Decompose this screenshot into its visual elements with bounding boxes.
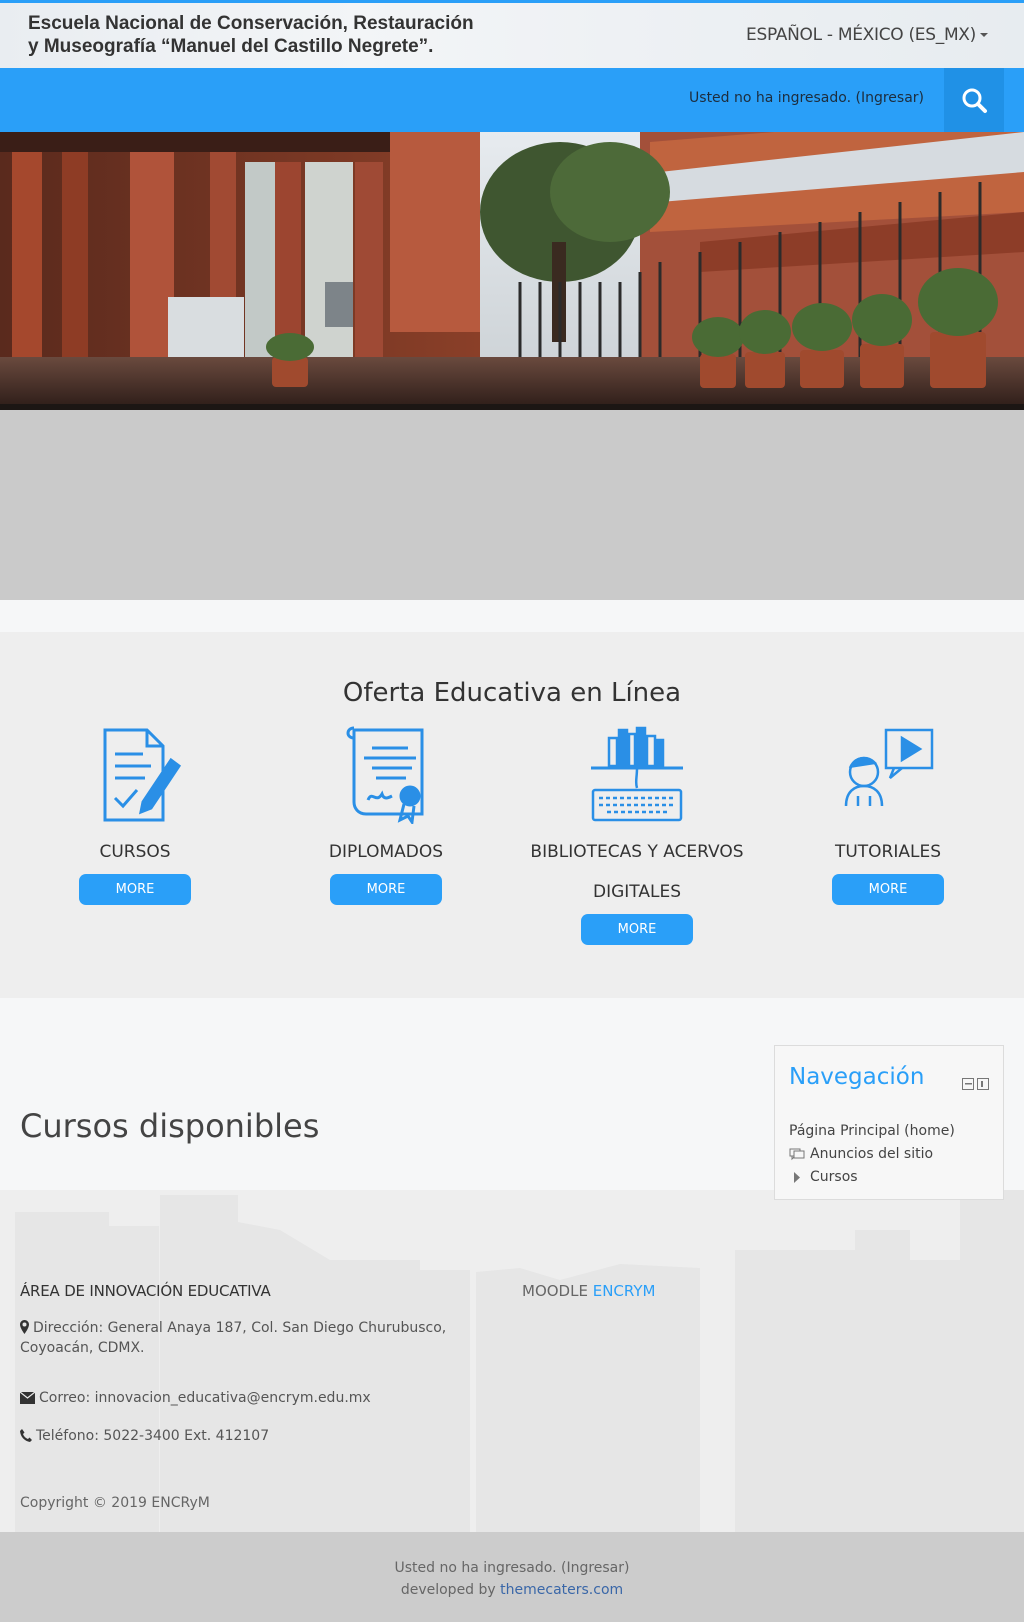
more-button[interactable]: MORE: [581, 914, 693, 945]
oferta-section: Oferta Educativa en Línea CURSOS MORE DI…: [0, 632, 1024, 998]
document-pencil-icon: [103, 728, 182, 822]
navigation-title: Navegación: [789, 1064, 925, 1090]
nav-item-label: Cursos: [810, 1169, 858, 1185]
phone-text: Teléfono: 5022-3400 Ext. 412107: [36, 1428, 270, 1444]
navigation-block: Navegación Página Principal (home) Anunc…: [774, 1045, 1004, 1200]
card-label: BIBLIOTECAS Y ACERVOS DIGITALES: [530, 842, 744, 902]
page-title: Cursos disponibles: [20, 1107, 320, 1145]
language-selector[interactable]: ESPAÑOL - MÉXICO (ES_MX): [746, 25, 988, 45]
footer-moodle: MOODLE ENCRYM: [522, 1282, 655, 1300]
bottom-bar: Usted no ha ingresado. (Ingresar) develo…: [0, 1532, 1024, 1622]
site-header: Escuela Nacional de Conservación, Restau…: [0, 3, 1024, 68]
bottom-login-info[interactable]: Usted no ha ingresado. (Ingresar): [0, 1560, 1024, 1576]
chevron-down-icon: [980, 33, 988, 37]
oferta-title: Oferta Educativa en Línea: [342, 678, 682, 708]
navigation-list: Página Principal (home) Anuncios del sit…: [789, 1120, 955, 1189]
moodle-accent: ENCRYM: [592, 1282, 656, 1300]
site-brand[interactable]: Escuela Nacional de Conservación, Restau…: [28, 12, 498, 58]
address-text: Dirección: General Anaya 187, Col. San D…: [20, 1320, 447, 1356]
nav-item-home[interactable]: Página Principal (home): [789, 1120, 955, 1143]
hero-image: [0, 132, 1024, 410]
search-button[interactable]: [944, 68, 1004, 132]
email-text: Correo: innovacion_educativa@encrym.edu.…: [39, 1390, 371, 1406]
footer-contact: ÁREA DE INNOVACIÓN EDUCATIVA Dirección: …: [19, 1282, 510, 1446]
site-footer: ÁREA DE INNOVACIÓN EDUCATIVA Dirección: …: [0, 1190, 1024, 1532]
login-info[interactable]: Usted no ha ingresado. (Ingresar): [689, 90, 924, 106]
search-icon: [962, 88, 987, 113]
card-cursos: CURSOS MORE: [25, 724, 245, 905]
card-label: CURSOS: [99, 842, 171, 862]
collapse-icon[interactable]: [962, 1078, 974, 1090]
nav-item-label: Anuncios del sitio: [810, 1146, 934, 1162]
block-controls: [962, 1078, 989, 1090]
footer-heading: ÁREA DE INNOVACIÓN EDUCATIVA: [20, 1282, 271, 1300]
more-button[interactable]: MORE: [330, 874, 442, 905]
map-marker-icon: [20, 1320, 29, 1334]
card-label: TUTORIALES: [834, 842, 942, 862]
card-diplomados: DIPLOMADOS MORE: [276, 724, 496, 905]
dock-icon[interactable]: [977, 1078, 989, 1090]
navbar: Usted no ha ingresado. (Ingresar): [0, 68, 1024, 132]
diploma-certificate-icon: [346, 726, 424, 827]
card-label: DIPLOMADOS: [328, 842, 444, 862]
nav-item-anuncios[interactable]: Anuncios del sitio: [789, 1143, 955, 1166]
card-tutoriales: TUTORIALES MORE: [778, 724, 998, 905]
moodle-prefix: MOODLE: [522, 1282, 588, 1300]
more-button[interactable]: MORE: [832, 874, 944, 905]
footer-address: Dirección: General Anaya 187, Col. San D…: [20, 1318, 510, 1358]
envelope-icon: [19, 1391, 36, 1404]
forum-icon: [789, 1148, 805, 1161]
brand-line-2: y Museografía “Manuel del Castillo Negre…: [28, 36, 434, 57]
brand-line-1: Escuela Nacional de Conservación, Restau…: [28, 13, 474, 34]
nav-item-cursos[interactable]: Cursos: [789, 1166, 955, 1189]
footer-phone: Teléfono: 5022-3400 Ext. 412107: [20, 1426, 510, 1446]
phone-icon: [20, 1429, 32, 1442]
language-label: ESPAÑOL - MÉXICO (ES_MX): [746, 25, 976, 45]
developer-link[interactable]: themecaters.com: [500, 1582, 623, 1598]
library-keyboard-icon: [591, 726, 683, 822]
developed-prefix: developed by: [400, 1582, 496, 1598]
card-bibliotecas: BIBLIOTECAS Y ACERVOS DIGITALES MORE: [527, 724, 747, 945]
chevron-right-icon: [794, 1172, 800, 1183]
copyright: Copyright © 2019 ENCRyM: [20, 1495, 210, 1511]
footer-email: Correo: innovacion_educativa@encrym.edu.…: [19, 1388, 510, 1408]
video-tutorial-icon: [844, 728, 934, 807]
hero-grey-band: [0, 410, 1024, 600]
more-button[interactable]: MORE: [79, 874, 191, 905]
developed-by: developed by themecaters.com: [0, 1582, 1024, 1598]
